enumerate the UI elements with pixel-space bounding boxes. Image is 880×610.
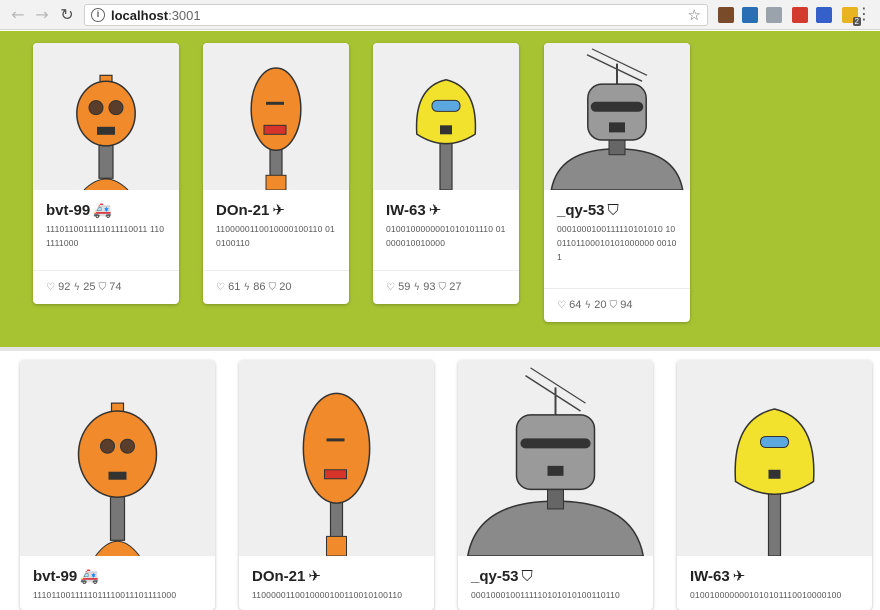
robot-avatar <box>677 360 872 556</box>
robot-name-text: bvt-99 <box>46 202 91 219</box>
robot-name-text: IW-63 <box>386 202 426 219</box>
robot-card[interactable]: IW-63 ✈ 0100100000001010101110 01000010010… <box>373 43 519 304</box>
robot-bits: 0100100000001010101110010000100 <box>690 590 842 600</box>
shield-icon: ⛉ <box>607 201 619 219</box>
robot-name: DOn-21 ✈ <box>252 567 321 585</box>
extension-icon[interactable] <box>816 7 832 23</box>
robot-bits: 1100000110010000100110010100110 <box>252 590 403 600</box>
robot-card[interactable]: DOn-21 ✈ 1100000110010000100110010100110 <box>239 360 434 610</box>
extension-icon[interactable] <box>766 7 782 23</box>
robot-speed: 25 <box>83 281 99 293</box>
robot-shield: 74 <box>109 281 122 293</box>
robot-name: bvt-99 🚑 <box>33 567 99 585</box>
robot-bits: 0001000100111110101010 10011011000101010… <box>557 224 677 262</box>
browser-toolbar: ← → ↻ i localhost:3001 ☆ 2 ⋮ <box>0 0 880 30</box>
robot-bits: 0100100000001010101110 01000010010000 <box>386 224 506 248</box>
robot-stats: ♡ 92 ϟ 25 ⛉ 74 <box>46 281 121 293</box>
robot-bits: 1110110011111011110011101111000 <box>33 590 177 600</box>
lightning-icon: ϟ <box>243 282 254 293</box>
section-divider <box>0 347 880 351</box>
robot-avatar <box>20 360 215 556</box>
robot-card[interactable]: bvt-99 🚑 1110110011111011110011 1101111000… <box>33 43 179 304</box>
robot-avatar <box>544 43 690 190</box>
robot-avatar <box>203 43 349 190</box>
address-bar[interactable]: i localhost:3001 ☆ <box>84 4 708 26</box>
robot-name-text: DOn-21 <box>216 202 270 219</box>
robot-name: _qy-53 ⛉ <box>557 201 619 219</box>
robot-name-text: _qy-53 <box>557 202 605 219</box>
shield-icon: ⛉ <box>438 282 450 293</box>
robot-shield: 94 <box>620 299 633 311</box>
airplane-icon: ✈ <box>308 567 321 585</box>
robot-health: 59 <box>398 281 414 293</box>
robot-shield: 27 <box>449 281 462 293</box>
card-divider <box>203 270 349 271</box>
robot-bits: 0001000100111110101010100110110 <box>471 590 620 600</box>
robot-card[interactable]: _qy-53 ⛉ 0001000100111110101010 1001101100… <box>544 43 690 322</box>
shield-icon: ⛉ <box>521 567 533 585</box>
info-icon[interactable]: i <box>91 8 105 22</box>
lightning-icon: ϟ <box>584 300 595 311</box>
airplane-icon: ✈ <box>428 201 442 219</box>
ambulance-icon: 🚑 <box>80 567 99 585</box>
heart-icon: ♡ <box>386 282 399 293</box>
robot-avatar <box>458 360 653 556</box>
airplane-icon: ✈ <box>272 201 285 219</box>
robot-name-text: bvt-99 <box>33 568 78 585</box>
robot-name-text: IW-63 <box>690 568 730 585</box>
shield-icon: ⛉ <box>609 300 621 311</box>
robot-speed: 86 <box>253 281 269 293</box>
shield-icon: ⛉ <box>268 282 280 293</box>
airplane-icon: ✈ <box>732 567 746 585</box>
heart-icon: ♡ <box>557 300 570 311</box>
reload-icon[interactable]: ↻ <box>57 5 77 25</box>
robot-name: _qy-53 ⛉ <box>471 567 533 585</box>
robot-name-text: _qy-53 <box>471 568 519 585</box>
lightning-icon: ϟ <box>413 282 424 293</box>
shield-icon: ⛉ <box>98 282 110 293</box>
robot-avatar <box>239 360 434 556</box>
robot-speed: 93 <box>423 281 439 293</box>
robot-bits: 1110110011111011110011 1101111000 <box>46 224 165 248</box>
extension-icon[interactable] <box>718 7 734 23</box>
robot-health: 61 <box>228 281 244 293</box>
robot-name: DOn-21 ✈ <box>216 201 285 219</box>
robot-card[interactable]: bvt-99 🚑 1110110011111011110011101111000 <box>20 360 215 610</box>
news-extension-icon[interactable] <box>742 7 758 23</box>
robot-health: 64 <box>569 299 585 311</box>
robot-health: 92 <box>58 281 74 293</box>
robot-name: IW-63 ✈ <box>690 567 745 585</box>
lightning-icon: ϟ <box>73 282 84 293</box>
robot-avatar <box>373 43 519 190</box>
heart-icon: ♡ <box>46 282 59 293</box>
ambulance-icon: 🚑 <box>93 201 112 219</box>
menu-dots-icon[interactable]: ⋮ <box>856 4 872 24</box>
robot-stats: ♡ 64 ϟ 20 ⛉ 94 <box>557 299 632 311</box>
bookmark-star-icon[interactable]: ☆ <box>688 6 701 24</box>
robot-name: bvt-99 🚑 <box>46 201 112 219</box>
card-divider <box>373 270 519 271</box>
robot-card[interactable]: _qy-53 ⛉ 0001000100111110101010100110110 <box>458 360 653 610</box>
robot-name: IW-63 ✈ <box>386 201 441 219</box>
robot-bits: 1100000110010000100110 010100110 <box>216 224 335 248</box>
address-url: localhost:3001 <box>111 8 201 23</box>
robot-avatar <box>33 43 179 190</box>
robot-speed: 20 <box>594 299 610 311</box>
robot-card[interactable]: IW-63 ✈ 0100100000001010101110010000100 <box>677 360 872 610</box>
robot-shield: 20 <box>279 281 292 293</box>
robot-stats: ♡ 61 ϟ 86 ⛉ 20 <box>216 281 291 293</box>
robot-stats: ♡ 59 ϟ 93 ⛉ 27 <box>386 281 461 293</box>
forward-arrow-icon[interactable]: → <box>32 5 52 25</box>
card-divider <box>33 270 179 271</box>
robot-card[interactable]: DOn-21 ✈ 1100000110010000100110 010100110 ♡… <box>203 43 349 304</box>
card-divider <box>544 288 690 289</box>
heart-icon: ♡ <box>216 282 229 293</box>
extension-icon[interactable] <box>792 7 808 23</box>
robot-name-text: DOn-21 <box>252 568 306 585</box>
back-arrow-icon[interactable]: ← <box>8 5 28 25</box>
